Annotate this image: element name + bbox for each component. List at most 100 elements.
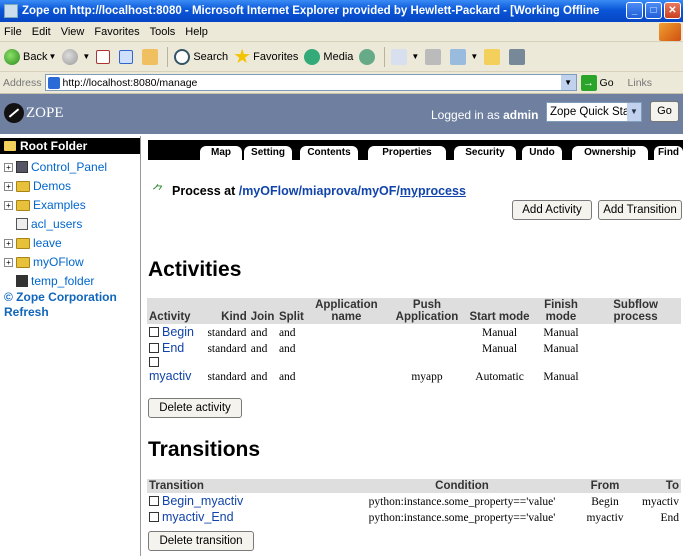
activity-link[interactable]: myactiv [149, 369, 191, 383]
breadcrumb-miaprova[interactable]: /miaprova [298, 184, 357, 198]
tab-contents[interactable]: Contents [300, 146, 358, 160]
quick-start-select[interactable]: Zope Quick Start ▼ [546, 102, 642, 122]
col-transition: Transition [147, 479, 347, 493]
tree-item-leave[interactable]: + leave [0, 234, 62, 252]
back-button[interactable]: Back ▼ [4, 48, 56, 65]
quick-start-go-button[interactable]: Go [650, 101, 679, 122]
add-transition-button[interactable]: Add Transition [598, 200, 682, 220]
transition-link[interactable]: myactiv_End [162, 510, 234, 524]
tab-map[interactable]: Map [200, 146, 242, 160]
mail-dropdown-icon[interactable]: ▼ [411, 52, 419, 61]
add-activity-button[interactable]: Add Activity [512, 200, 592, 220]
media-icon [304, 48, 321, 65]
activities-header-row: Activity Kind Join Split Application nam… [147, 298, 681, 324]
col-subflow-process: Subflow process [590, 298, 681, 324]
refresh-icon [119, 49, 134, 64]
refresh-button[interactable] [119, 49, 136, 64]
breadcrumb-myprocess[interactable]: myprocess [400, 184, 466, 198]
tab-find[interactable]: Find [654, 146, 683, 160]
delete-transition-button[interactable]: Delete transition [148, 531, 254, 551]
tree-item-acl-users[interactable]: acl_users [0, 215, 82, 233]
tree-root-folder[interactable]: Root Folder [0, 138, 140, 154]
menu-edit[interactable]: Edit [32, 26, 51, 38]
close-button[interactable]: ✕ [664, 2, 681, 19]
search-button[interactable]: Search [174, 48, 229, 65]
transitions-header-row: Transition Condition From To [147, 479, 681, 493]
go-arrow-icon: → [580, 74, 597, 91]
mail-button[interactable]: ▼ [391, 48, 419, 65]
activity-cell: End [147, 340, 205, 356]
back-arrow-icon [4, 48, 20, 65]
start-cell: Manual [481, 327, 518, 339]
edit-button[interactable]: ▼ [450, 48, 478, 65]
main-content: Map Setting Contents Properties Security… [146, 136, 683, 556]
menu-tools[interactable]: Tools [150, 26, 176, 38]
table-row: Begin standard and and Manual Manual [147, 324, 681, 340]
expand-icon[interactable]: + [4, 200, 13, 210]
row-checkbox[interactable] [149, 512, 159, 522]
maximize-button[interactable]: □ [645, 2, 662, 19]
tab-undo[interactable]: Undo [522, 146, 562, 160]
tab-security[interactable]: Security [454, 146, 516, 160]
tab-setting[interactable]: Setting [244, 146, 292, 160]
copyright-link[interactable]: © Zope Corporation [4, 290, 117, 304]
edit-dropdown-icon[interactable]: ▼ [470, 52, 478, 61]
tab-ownership[interactable]: Ownership [572, 146, 648, 160]
messenger-button[interactable] [509, 48, 528, 65]
delete-activity-button[interactable]: Delete activity [148, 398, 242, 418]
row-checkbox[interactable] [149, 327, 159, 337]
menu-view[interactable]: View [61, 26, 85, 38]
history-button[interactable] [359, 48, 378, 65]
forward-button[interactable]: ▼ [62, 48, 90, 65]
tree-item-myoflow[interactable]: + myOFlow [0, 253, 84, 271]
table-row: myactiv standard and and myapp Automatic… [147, 356, 681, 384]
expand-icon[interactable]: + [4, 238, 13, 248]
forward-dropdown-icon[interactable]: ▼ [82, 52, 90, 61]
search-label: Search [193, 50, 229, 63]
favorites-button[interactable]: Favorites [234, 48, 298, 65]
home-button[interactable] [142, 48, 161, 65]
address-dropdown-icon[interactable]: ▼ [560, 75, 576, 90]
tree-item-control-panel[interactable]: + Control_Panel [0, 158, 107, 176]
back-label: Back [23, 50, 48, 63]
row-checkbox[interactable] [149, 496, 159, 506]
print-button[interactable] [425, 48, 444, 65]
subflow-cell [590, 340, 681, 356]
address-go-button[interactable]: → Go [580, 74, 614, 91]
folder-button[interactable] [484, 48, 503, 65]
transition-link[interactable]: Begin_myactiv [162, 494, 243, 508]
tree-item-examples[interactable]: + Examples [0, 196, 86, 214]
from-cell: myactiv [586, 512, 624, 524]
tree-item-temp-folder[interactable]: temp_folder [0, 272, 94, 290]
start-cell: Automatic [475, 371, 524, 383]
zope-logo[interactable]: ZOPE [4, 103, 64, 123]
activity-cell: myactiv [147, 356, 205, 384]
back-dropdown-icon[interactable]: ▼ [48, 52, 56, 61]
row-checkbox[interactable] [149, 343, 159, 353]
tab-properties[interactable]: Properties [368, 146, 446, 160]
breadcrumb-myoflow[interactable]: /myOFlow [239, 184, 299, 198]
breadcrumb-myof[interactable]: /myOF/ [358, 184, 400, 198]
expand-icon[interactable]: + [4, 257, 13, 267]
minimize-button[interactable]: _ [626, 2, 643, 19]
to-cell: myactiv [641, 496, 679, 508]
transition-cell: myactiv_End [147, 509, 347, 525]
expand-icon[interactable]: + [4, 181, 13, 191]
activity-link[interactable]: End [162, 341, 184, 355]
refresh-link[interactable]: Refresh [4, 305, 49, 319]
menu-help[interactable]: Help [185, 26, 208, 38]
tree-item-demos[interactable]: + Demos [0, 177, 71, 195]
transitions-table: Transition Condition From To Begin_myact… [147, 479, 681, 525]
media-button[interactable]: Media [304, 48, 353, 65]
activity-link[interactable]: Begin [162, 325, 194, 339]
links-button[interactable]: Links [628, 77, 653, 89]
address-input[interactable]: http://localhost:8080/manage ▼ [44, 74, 577, 91]
menu-file[interactable]: File [4, 26, 22, 38]
push-cell: myapp [411, 371, 443, 383]
row-checkbox[interactable] [149, 357, 159, 367]
menu-favorites[interactable]: Favorites [94, 26, 139, 38]
expand-icon[interactable]: + [4, 162, 13, 172]
kind-cell: standard [207, 327, 247, 339]
col-split: Split [276, 298, 307, 324]
stop-button[interactable] [96, 49, 113, 64]
